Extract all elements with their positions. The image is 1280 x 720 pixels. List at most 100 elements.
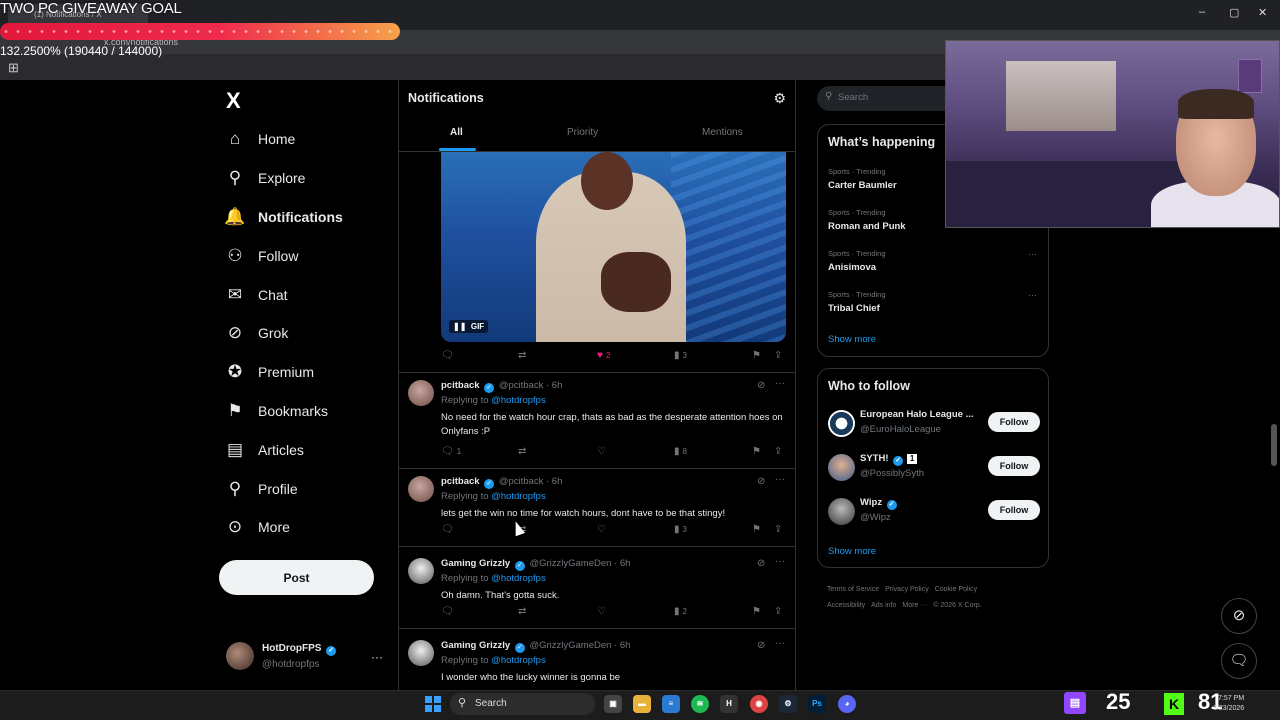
reply-icon[interactable]: 🗨 (441, 350, 454, 361)
grok-icon[interactable]: ⊘ (757, 640, 765, 651)
repost-button[interactable]: ⇄ (518, 446, 529, 457)
post-time[interactable]: 6h (552, 380, 563, 391)
nav-item-notifications[interactable]: 🔔 Notifications (222, 198, 342, 237)
post-time[interactable]: 6h (620, 640, 631, 651)
bookmark-icon[interactable]: ⚑ (752, 524, 761, 535)
footer-link[interactable]: Accessibility (827, 602, 865, 609)
gif-badge[interactable]: ❚❚ GIF (449, 320, 489, 333)
like-button[interactable]: ♥ 2 (597, 350, 610, 361)
post-button[interactable]: Post (219, 560, 374, 595)
reply-to-link[interactable]: @hotdropfps (491, 491, 546, 502)
nav-item-profile[interactable]: ⚲ Profile (222, 469, 343, 508)
follow-avatar[interactable] (828, 454, 855, 481)
footer-link[interactable]: Cookie Policy (935, 586, 977, 593)
post-more-icon[interactable]: ··· (775, 556, 785, 567)
post-author-handle[interactable]: @pcitback (499, 476, 544, 487)
nav-item-home[interactable]: ⌂ Home (222, 120, 343, 159)
follow-avatar[interactable] (828, 410, 855, 437)
share-icon[interactable]: ⇪ (774, 350, 782, 361)
share-icon[interactable]: ⇪ (774, 606, 782, 617)
post-more-icon[interactable]: ··· (775, 638, 785, 649)
footer-link[interactable]: © 2026 X Corp. (933, 602, 981, 609)
account-switcher[interactable]: HotDropFPS ✓ @hotdropfps (226, 642, 338, 670)
hud-app-icon[interactable]: H (720, 695, 738, 713)
chrome-icon[interactable]: ◉ (750, 695, 768, 713)
follow-show-more-link[interactable]: Show more (828, 546, 876, 557)
post-time[interactable]: 6h (552, 476, 563, 487)
nav-item-explore[interactable]: ⚲ Explore (222, 159, 343, 198)
grok-icon[interactable]: ⊘ (757, 558, 765, 569)
nav-item-more[interactable]: ⊙ More (222, 508, 343, 547)
tab-all[interactable]: All (450, 127, 463, 138)
like-button[interactable]: ♡ (597, 446, 609, 457)
post-more-icon[interactable]: ··· (775, 378, 785, 389)
file-explorer-icon[interactable]: ▬ (633, 695, 651, 713)
trend-item[interactable]: Sports · Trending Carter Baumler (828, 167, 897, 191)
page-scrollbar[interactable] (1271, 424, 1277, 466)
footer-link[interactable]: Privacy Policy (885, 586, 929, 593)
like-button[interactable]: ♡ (597, 524, 609, 535)
trend-item[interactable]: Sports · Trending Anisimova (828, 249, 886, 273)
follow-button[interactable]: Follow (988, 412, 1040, 432)
spotify-icon[interactable]: ≋ (691, 695, 709, 713)
views-button[interactable]: ▮ 8 (674, 446, 687, 457)
views-button[interactable]: ▮ 3 (674, 350, 687, 361)
post-author-handle[interactable]: @GrizzlyGameDen (529, 558, 611, 569)
settings-gear-icon[interactable]: ⚙ (773, 90, 786, 107)
follow-avatar[interactable] (828, 498, 855, 525)
nav-item-follow[interactable]: ⚇ Follow (222, 236, 343, 275)
trends-show-more-link[interactable]: Show more (828, 334, 876, 345)
bookmark-icon[interactable]: ⚑ (752, 350, 761, 361)
post-avatar[interactable] (408, 380, 434, 406)
footer-link[interactable]: Terms of Service (827, 586, 879, 593)
post-more-icon[interactable]: ··· (775, 474, 785, 485)
windows-start-icon[interactable] (425, 696, 441, 712)
trend-more-icon[interactable]: ··· (1028, 290, 1037, 300)
search-input[interactable]: ⚲ Search (817, 86, 957, 111)
who-to-follow-item[interactable]: European Halo League ... @EuroHaloLeague… (828, 409, 1040, 439)
footer-link[interactable]: Ads info (871, 602, 896, 609)
like-button[interactable]: ♡ (597, 606, 609, 617)
task-view-icon[interactable]: ▣ (604, 695, 622, 713)
nav-item-chat[interactable]: ✉ Chat (222, 275, 343, 314)
repost-button[interactable]: ⇄ (518, 606, 529, 617)
views-button[interactable]: ▮ 3 (674, 524, 687, 535)
reply-to-link[interactable]: @hotdropfps (491, 655, 546, 666)
notepad-icon[interactable]: ≡ (662, 695, 680, 713)
minimize-icon[interactable]: – (1199, 6, 1205, 18)
discord-icon[interactable]: ◕ (838, 695, 856, 713)
follow-name[interactable]: Wipz ✓ (860, 497, 899, 510)
grok-icon[interactable]: ⊘ (757, 380, 765, 391)
share-icon[interactable]: ⇪ (774, 524, 782, 535)
share-icon[interactable]: ⇪ (774, 446, 782, 457)
footer-link[interactable]: More ··· (902, 602, 927, 609)
taskbar-clock[interactable]: 7:57 PM 3/23/2026 (1213, 694, 1244, 714)
maximize-icon[interactable]: ▢ (1229, 6, 1239, 19)
post-avatar[interactable] (408, 640, 434, 666)
nav-item-articles[interactable]: ▤ Articles (222, 430, 343, 469)
nav-item-grok[interactable]: ⊘ Grok (222, 314, 343, 353)
follow-name[interactable]: SYTH! ✓ 1 (860, 453, 918, 466)
close-icon[interactable]: ✕ (1258, 6, 1267, 19)
trend-item[interactable]: Sports · Trending Roman and Punk (828, 208, 906, 232)
taskbar-search[interactable]: Search (450, 693, 595, 715)
post-author-name[interactable]: Gaming Grizzly (441, 558, 510, 569)
nav-item-premium[interactable]: ✪ Premium (222, 353, 343, 392)
steam-icon[interactable]: ⚙ (779, 695, 797, 713)
reply-button[interactable]: 🗨 1 (441, 446, 461, 457)
post-author-name[interactable]: pcitback (441, 476, 480, 487)
post-avatar[interactable] (408, 558, 434, 584)
follow-button[interactable]: Follow (988, 500, 1040, 520)
bookmark-icon[interactable]: ⚑ (752, 446, 761, 457)
tab-mentions[interactable]: Mentions (702, 127, 743, 138)
trend-more-icon[interactable]: ··· (1028, 249, 1037, 259)
reply-to-link[interactable]: @hotdropfps (491, 395, 546, 406)
follow-button[interactable]: Follow (988, 456, 1040, 476)
post-time[interactable]: 6h (620, 558, 631, 569)
gif-media[interactable]: ❚❚ GIF (441, 152, 786, 342)
repost-icon[interactable]: ⇄ (518, 350, 526, 361)
who-to-follow-item[interactable]: SYTH! ✓ 1 @PossiblySyth Follow (828, 453, 1040, 483)
account-more-icon[interactable]: ··· (371, 650, 383, 664)
post-author-handle[interactable]: @GrizzlyGameDen (529, 640, 611, 651)
nav-item-bookmarks[interactable]: ⚑ Bookmarks (222, 392, 343, 431)
